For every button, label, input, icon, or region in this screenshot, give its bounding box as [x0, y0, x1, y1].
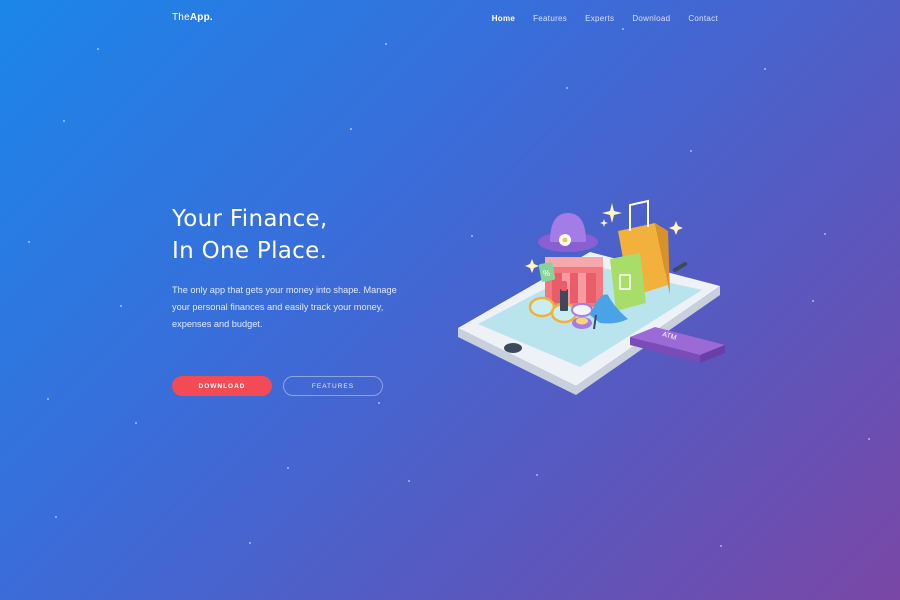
star: [536, 474, 538, 476]
star: [249, 542, 251, 544]
star: [868, 438, 870, 440]
hat-icon: [538, 213, 598, 252]
nav-menu: Home Features Experts Download Contact: [474, 14, 718, 23]
brand-logo-light: The: [172, 12, 190, 23]
star: [287, 467, 289, 469]
lipstick-icon: [560, 281, 568, 311]
star: [690, 150, 692, 152]
shopping-bag-icon: [610, 253, 646, 311]
star: [47, 398, 49, 400]
star: [408, 480, 410, 482]
star: [28, 241, 30, 243]
brand-logo-bold: App.: [189, 12, 213, 23]
brand-logo[interactable]: TheApp.: [172, 12, 213, 23]
star: [135, 422, 137, 424]
phone-shopping-illustration: ATM %: [458, 199, 725, 395]
price-tag-label: %: [543, 269, 550, 278]
nav-item-experts[interactable]: Experts: [585, 14, 614, 23]
atm-card-icon: ATM: [630, 327, 725, 363]
star: [385, 43, 387, 45]
star: [55, 516, 57, 518]
hero-title-line-2: In One Place.: [172, 238, 328, 264]
hero-title-line-1: Your Finance,: [172, 206, 328, 232]
shop-booth-icon: [545, 257, 603, 307]
nav-item-download[interactable]: Download: [632, 14, 670, 23]
star: [824, 233, 826, 235]
hero-description: The only app that gets your money into s…: [172, 285, 397, 329]
star: [120, 305, 122, 307]
star: [97, 48, 99, 50]
star: [378, 402, 380, 404]
star: [812, 300, 814, 302]
nav-item-features[interactable]: Features: [533, 14, 567, 23]
star: [566, 87, 568, 89]
star: [720, 545, 722, 547]
home-button-icon: [504, 343, 522, 353]
hero-title: Your Finance, In One Place.: [172, 203, 328, 267]
features-button[interactable]: FEATURES: [283, 376, 383, 396]
download-button[interactable]: DOWNLOAD: [172, 376, 272, 396]
navbar: TheApp. Home Features Experts Download C…: [0, 0, 900, 40]
star: [63, 120, 65, 122]
speaker-icon: [672, 262, 688, 272]
star: [764, 68, 766, 70]
nav-item-home[interactable]: Home: [492, 14, 515, 23]
star: [350, 128, 352, 130]
nav-item-contact[interactable]: Contact: [688, 14, 718, 23]
